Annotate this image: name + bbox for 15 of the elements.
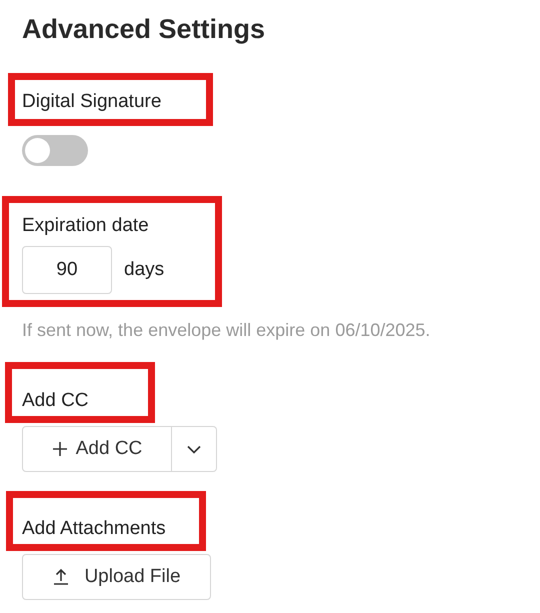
upload-button[interactable]: Upload File xyxy=(22,554,211,600)
caret-icon xyxy=(187,444,201,454)
unit-label: days xyxy=(124,259,164,281)
field-label: Expiration date xyxy=(22,215,150,237)
field-label: Add Attachments xyxy=(22,518,167,540)
field-label: Digital Signature xyxy=(22,91,162,113)
page-title: Advanced Settings xyxy=(22,13,266,46)
toggle-switch[interactable] xyxy=(22,135,88,166)
number-field[interactable]: 90 xyxy=(22,246,112,294)
add-cc-button[interactable]: Add CC xyxy=(22,426,172,472)
dropdown-button[interactable] xyxy=(172,426,217,472)
hint-text: If sent now, the envelope will expire on 06/10/2025. xyxy=(22,319,432,341)
plus-icon xyxy=(52,441,68,457)
field-label: Add CC xyxy=(22,390,90,412)
upload-icon xyxy=(52,568,70,586)
